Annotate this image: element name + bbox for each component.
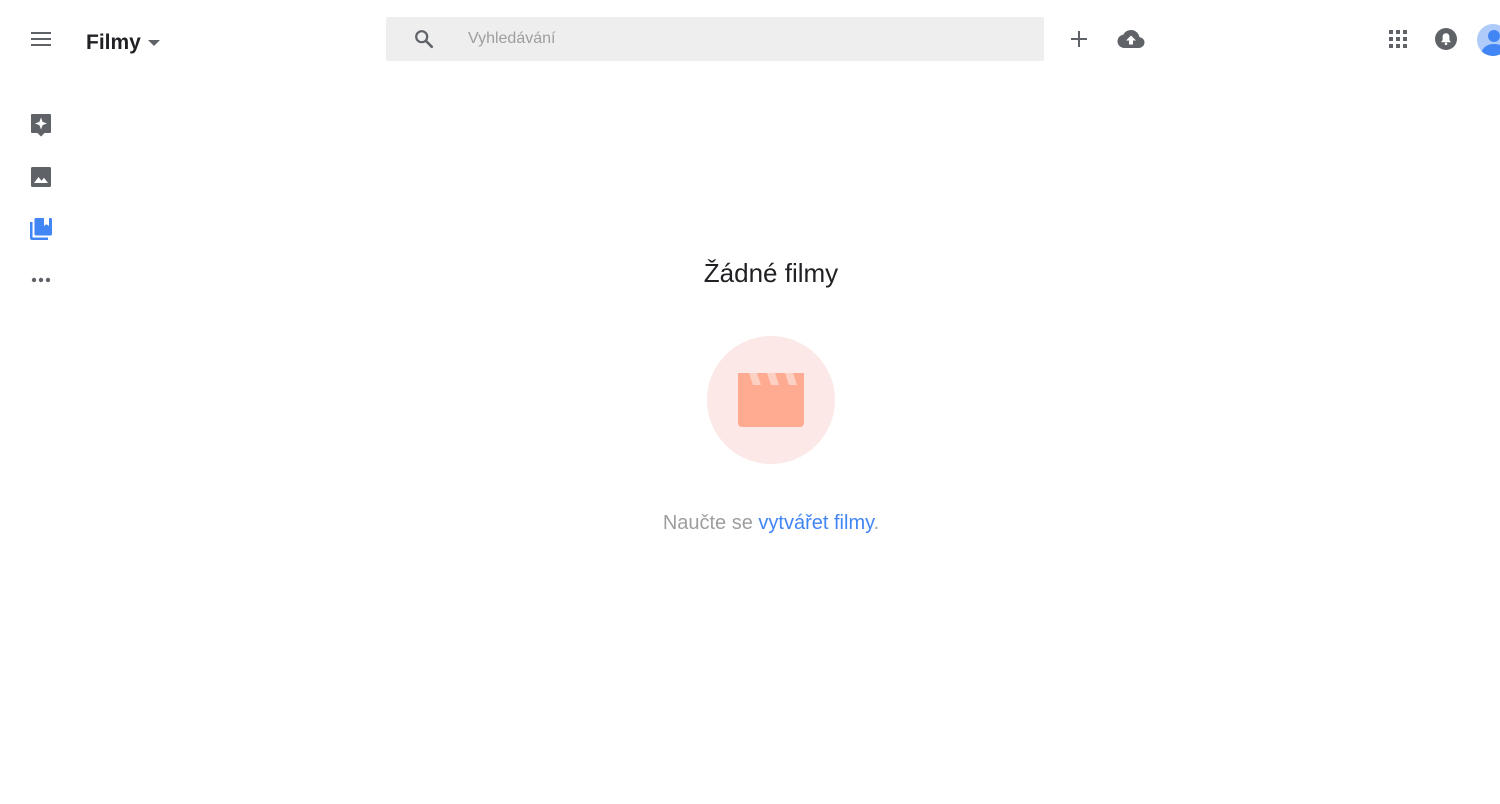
empty-state-hint: Naučte se vytvářet filmy. bbox=[521, 512, 1021, 535]
sidebar-item-assistant[interactable] bbox=[24, 108, 58, 142]
notifications-button[interactable] bbox=[1430, 23, 1462, 55]
account-icon bbox=[1481, 30, 1500, 56]
plus-icon bbox=[1071, 31, 1087, 47]
assistant-icon bbox=[31, 114, 51, 137]
clapperboard-icon bbox=[738, 373, 804, 427]
apps-button[interactable] bbox=[1382, 23, 1414, 55]
apps-grid-icon bbox=[1389, 30, 1407, 48]
more-horizontal-icon bbox=[31, 277, 51, 283]
search-bar[interactable] bbox=[386, 17, 1044, 61]
empty-state-title: Žádné filmy bbox=[703, 258, 839, 288]
app-title-dropdown[interactable]: Filmy bbox=[86, 29, 160, 57]
empty-state-illustration bbox=[707, 336, 835, 464]
hint-prefix: Naučte se bbox=[662, 512, 759, 534]
sidebar-item-more[interactable] bbox=[24, 263, 58, 297]
caret-down-icon bbox=[147, 39, 160, 47]
sidebar-item-albums[interactable] bbox=[24, 212, 58, 246]
sidebar-item-photos[interactable] bbox=[24, 160, 58, 194]
app-title: Filmy bbox=[86, 31, 141, 54]
search-input[interactable] bbox=[466, 29, 1030, 49]
menu-button[interactable] bbox=[24, 22, 58, 56]
learn-create-movies-link[interactable]: vytvářet filmy bbox=[758, 512, 873, 534]
create-button[interactable] bbox=[1063, 23, 1095, 55]
hint-suffix: . bbox=[873, 512, 880, 534]
search-icon[interactable] bbox=[412, 27, 436, 51]
photo-icon bbox=[31, 167, 51, 187]
page: Filmy Vyhledávání Žádné filmy Naučte se … bbox=[0, 0, 1500, 804]
menu-icon bbox=[31, 32, 51, 46]
bell-icon bbox=[1435, 28, 1457, 50]
upload-button[interactable] bbox=[1115, 23, 1147, 55]
albums-icon bbox=[30, 218, 52, 240]
cloud-upload-icon bbox=[1117, 30, 1145, 48]
avatar[interactable] bbox=[1477, 24, 1500, 56]
